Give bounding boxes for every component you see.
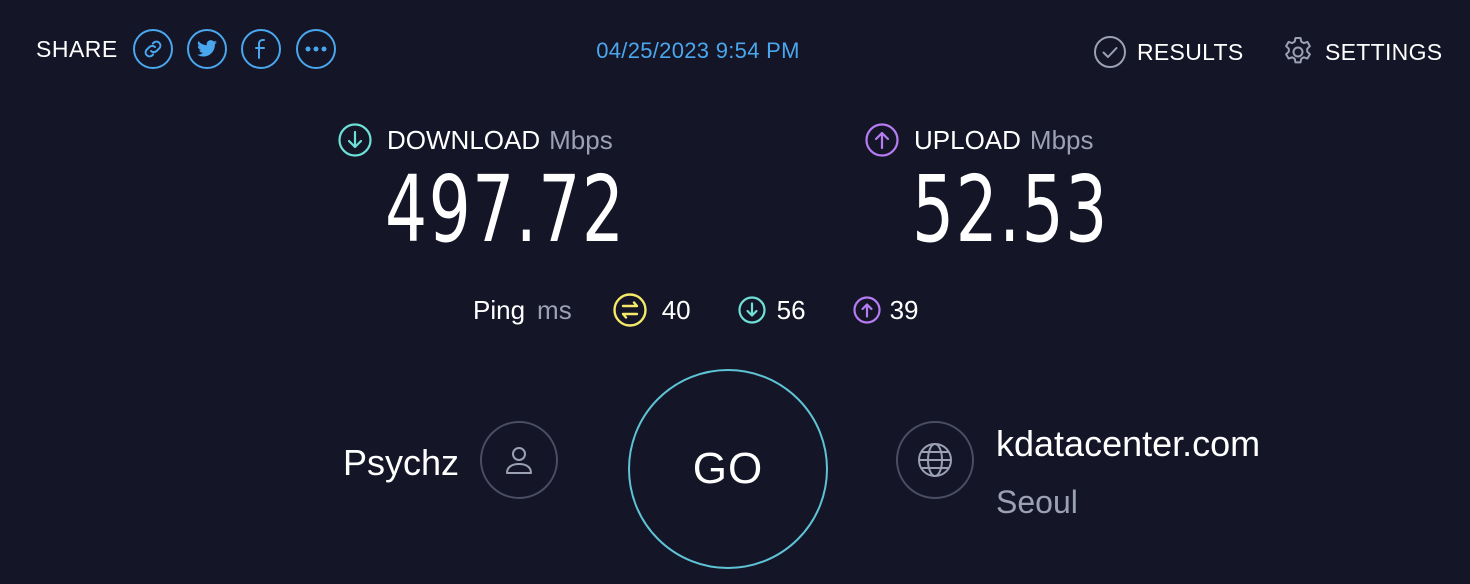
provider-name[interactable]: Psychz — [343, 442, 459, 484]
results-label: RESULTS — [1137, 38, 1244, 65]
download-header: DOWNLOAD Mbps — [337, 122, 613, 158]
ping-label: Ping — [473, 294, 526, 325]
ping-row: Ping ms 40 56 39 — [473, 292, 964, 328]
user-icon[interactable] — [480, 421, 558, 499]
download-label: DOWNLOAD — [387, 124, 541, 155]
check-circle-icon — [1093, 35, 1127, 69]
ping-idle-value: 40 — [661, 294, 691, 325]
download-unit: Mbps — [549, 124, 613, 155]
upload-arrow-icon — [864, 122, 900, 158]
ping-download: 56 — [737, 295, 806, 326]
ping-idle: 40 — [612, 292, 691, 328]
upload-header: UPLOAD Mbps — [864, 122, 1094, 158]
upload-label: UPLOAD — [914, 124, 1021, 155]
ping-upload: 39 — [852, 294, 919, 326]
globe-icon[interactable] — [896, 421, 974, 499]
go-label: GO — [692, 444, 764, 493]
settings-button[interactable]: SETTINGS — [1281, 35, 1442, 69]
go-button[interactable]: GO — [628, 369, 828, 569]
download-speed: 497.72 — [385, 156, 626, 263]
server-location[interactable]: Seoul — [996, 484, 1078, 521]
ping-download-icon — [737, 295, 767, 325]
download-arrow-icon — [337, 122, 373, 158]
ping-idle-icon — [612, 292, 648, 328]
ping-download-value: 56 — [776, 294, 806, 325]
settings-label: SETTINGS — [1325, 38, 1443, 65]
server-host[interactable]: kdatacenter.com — [996, 423, 1260, 465]
ping-upload-value: 39 — [889, 294, 919, 325]
results-button[interactable]: RESULTS — [1093, 35, 1243, 69]
upload-unit: Mbps — [1029, 124, 1094, 155]
upload-speed: 52.53 — [912, 156, 1109, 263]
ping-upload-icon — [852, 295, 882, 325]
gear-icon — [1281, 35, 1315, 69]
ping-unit: ms — [537, 294, 572, 325]
